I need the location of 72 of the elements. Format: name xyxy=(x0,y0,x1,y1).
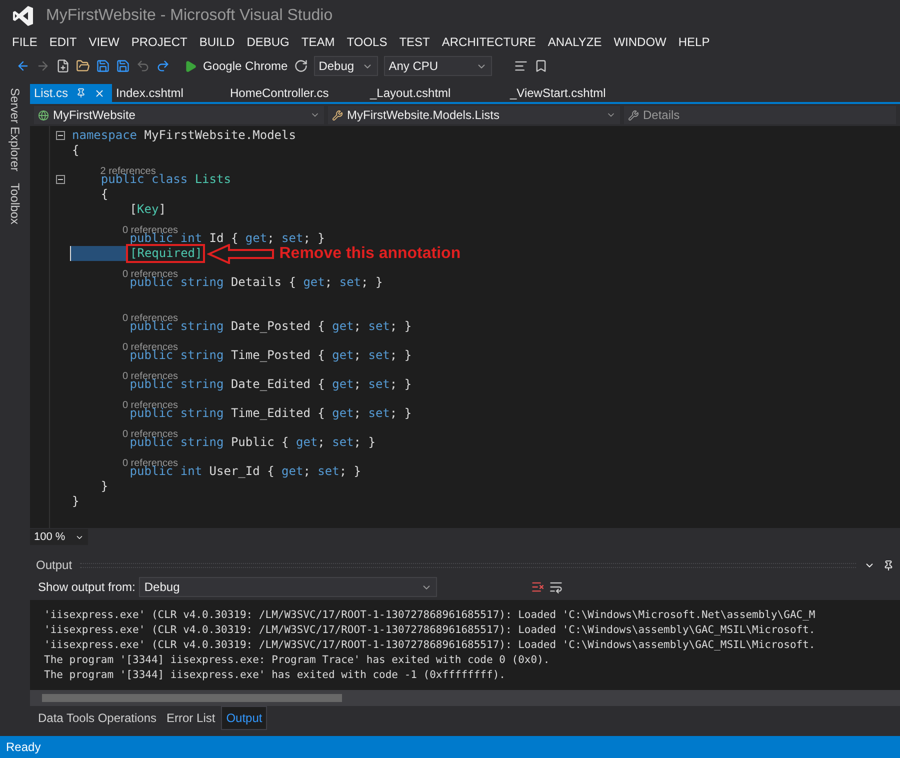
collapse-icon[interactable] xyxy=(56,131,64,140)
wrench-icon xyxy=(628,110,639,120)
panel-tab[interactable]: Data Tools Operations xyxy=(34,707,161,729)
output-line: The program '[3344] iisexpress.exe: Program Trace' has exited with code 0 (0x0). xyxy=(44,653,551,668)
menu-item[interactable]: FILE xyxy=(6,33,44,51)
code-line: [Key] xyxy=(128,202,166,217)
clear-icon[interactable] xyxy=(531,580,546,594)
back-icon[interactable] xyxy=(16,59,30,73)
arrow-drawing xyxy=(207,244,276,264)
pin-icon[interactable] xyxy=(883,560,894,570)
code-line: namespace MyFirstWebsite.Models xyxy=(71,128,296,143)
document-tab[interactable]: Index.cshtml xyxy=(112,84,226,102)
menu-item[interactable]: ARCHITECTURE xyxy=(436,33,542,51)
play-icon xyxy=(184,60,197,72)
code-line: { xyxy=(100,187,108,202)
save-all-icon[interactable] xyxy=(116,59,130,73)
code-line: } xyxy=(71,494,80,509)
window-title: MyFirstWebsite - Microsoft Visual Studio xyxy=(46,6,333,26)
member-dropdown[interactable]: Details xyxy=(624,106,896,124)
new-file-icon[interactable] xyxy=(56,59,70,73)
collapse-icon[interactable] xyxy=(56,175,64,184)
configuration-dropdown[interactable]: Debug xyxy=(314,56,378,76)
menu-item[interactable]: TOOLS xyxy=(340,33,394,51)
panel-title: Output xyxy=(36,557,72,574)
word-wrap-icon[interactable] xyxy=(549,580,564,594)
folder-icon[interactable] xyxy=(76,59,90,73)
type-dropdown[interactable]: MyFirstWebsite.Models.Lists xyxy=(328,106,620,124)
output-line: The program '[3344] iisexpress.exe' has exited with code -1 (0xffffffff). xyxy=(44,668,506,683)
menu-item[interactable]: TEST xyxy=(393,33,436,51)
menu-item[interactable]: WINDOW xyxy=(608,33,672,51)
scrollbar[interactable] xyxy=(30,690,900,706)
menu-item[interactable]: PROJECT xyxy=(125,33,194,51)
globe-icon xyxy=(38,110,49,120)
code-line: { xyxy=(71,143,80,158)
source-label: Show output from: xyxy=(38,579,136,596)
menu-item[interactable]: VIEW xyxy=(82,33,126,51)
run-button[interactable]: Google Chrome xyxy=(203,57,288,75)
project-dropdown[interactable]: MyFirstWebsite xyxy=(34,106,324,124)
code-line: } xyxy=(100,479,108,494)
refresh-icon[interactable] xyxy=(294,59,308,73)
document-tab[interactable]: HomeController.cs xyxy=(226,84,366,102)
close-icon[interactable] xyxy=(94,88,106,98)
menu-item[interactable]: ANALYZE xyxy=(542,33,608,51)
menu-item[interactable]: BUILD xyxy=(193,33,241,51)
class-icon xyxy=(332,110,343,120)
document-tab[interactable]: _Layout.cshtml xyxy=(366,84,506,102)
code-line: [Required] xyxy=(128,246,204,261)
annotation-text: Remove this annotation xyxy=(279,246,461,261)
output-line: 'iisexpress.exe' (CLR v4.0.30319: /LM/W3SVC/17/ROOT-1-130727868961685517): Loaded 'C:\Windows\assembly\GAC_MSIL\Microsoft. xyxy=(44,638,816,653)
side-tab[interactable]: Server Explorer xyxy=(6,88,24,172)
source-dropdown[interactable]: Debug xyxy=(139,577,438,597)
menu-item[interactable]: DEBUG xyxy=(240,33,296,51)
side-tab[interactable]: Toolbox xyxy=(6,183,24,225)
document-tab[interactable]: List.cs xyxy=(30,84,112,102)
save-icon[interactable] xyxy=(96,59,110,73)
document-tab[interactable]: _ViewStart.cshtml xyxy=(506,84,646,102)
status-bar: Ready xyxy=(0,736,900,758)
menu-item[interactable]: TEAM xyxy=(295,33,341,51)
menu-item[interactable]: EDIT xyxy=(43,33,83,51)
platform-dropdown[interactable]: Any CPU xyxy=(384,56,492,76)
zoom-dropdown[interactable]: 100 % xyxy=(30,529,88,545)
forward-icon[interactable] xyxy=(36,59,50,73)
panel-tab[interactable]: Output xyxy=(221,706,268,730)
bookmark-icon[interactable] xyxy=(534,59,548,73)
redo-icon[interactable] xyxy=(156,59,170,73)
panel-tab[interactable]: Error List xyxy=(162,707,220,729)
undo-icon[interactable] xyxy=(136,59,150,73)
logo-icon xyxy=(12,5,34,27)
output-line: 'iisexpress.exe' (CLR v4.0.30319: /LM/W3SVC/17/ROOT-1-130727868961685517): Loaded 'C:\Windows\assembly\GAC_MSIL\Microsoft. xyxy=(44,623,816,638)
output-line: 'iisexpress.exe' (CLR v4.0.30319: /LM/W3SVC/17/ROOT-1-130727868961685517): Loaded 'C:\Windows\Microsoft.Net\assembly\GAC_M xyxy=(44,608,816,623)
menu-item[interactable]: HELP xyxy=(672,33,716,51)
align-icon[interactable] xyxy=(514,59,528,73)
